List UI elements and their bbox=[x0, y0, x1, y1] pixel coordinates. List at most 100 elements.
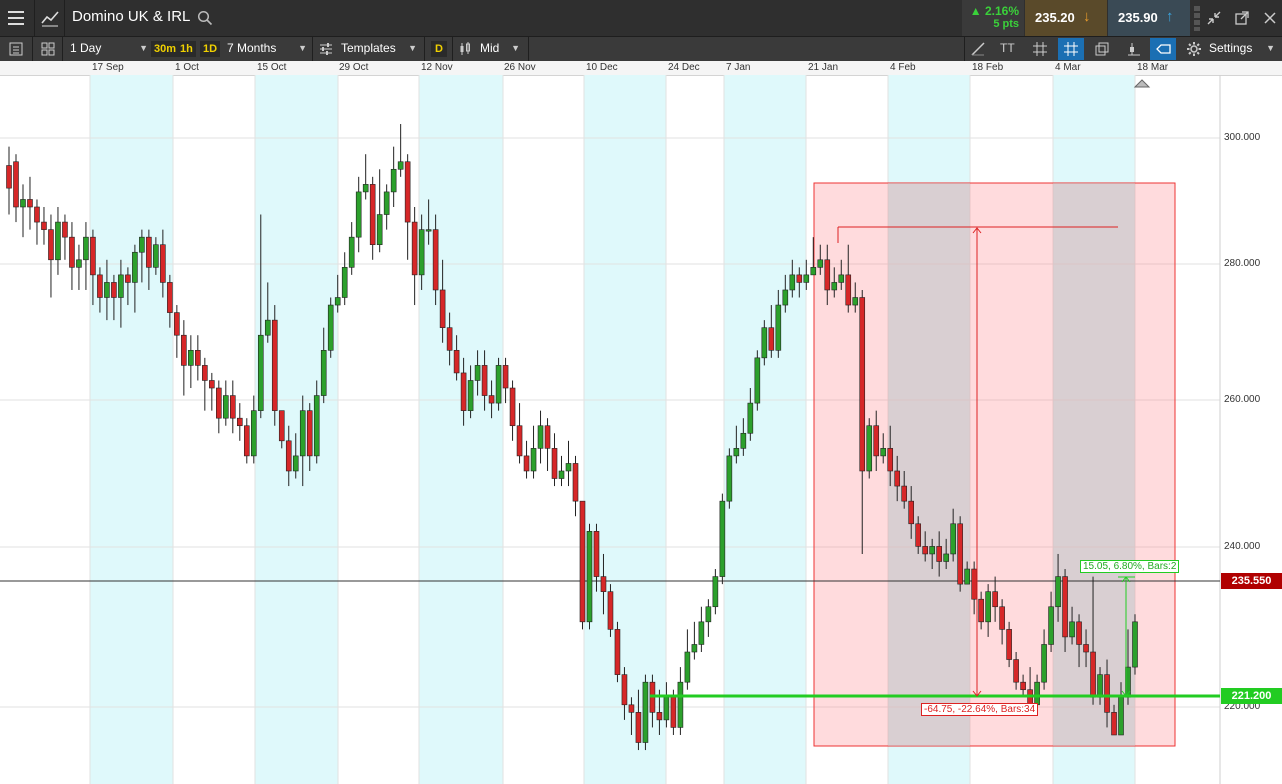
candle bbox=[845, 274, 852, 306]
candle bbox=[223, 395, 229, 419]
candle bbox=[69, 236, 75, 268]
candle bbox=[908, 500, 914, 525]
candle bbox=[76, 259, 82, 268]
candle bbox=[230, 395, 236, 419]
candle bbox=[656, 712, 663, 721]
candle bbox=[698, 621, 705, 645]
candle bbox=[719, 500, 726, 577]
candle bbox=[299, 410, 306, 457]
current-price-tag: 235.550 bbox=[1221, 573, 1282, 589]
candle bbox=[915, 523, 921, 547]
candle bbox=[754, 357, 761, 404]
candle bbox=[992, 591, 998, 608]
candle bbox=[691, 644, 698, 653]
candle bbox=[292, 455, 299, 472]
candle bbox=[1104, 674, 1110, 713]
candle bbox=[313, 395, 320, 457]
candle bbox=[1132, 621, 1138, 668]
candle bbox=[726, 455, 733, 502]
candle bbox=[838, 274, 845, 283]
candle bbox=[999, 606, 1005, 630]
candle bbox=[209, 380, 215, 389]
candle bbox=[250, 410, 257, 457]
candle bbox=[859, 297, 866, 472]
candle bbox=[1083, 644, 1089, 653]
candle bbox=[971, 568, 977, 600]
candle bbox=[439, 289, 446, 328]
candle bbox=[537, 425, 544, 449]
candle bbox=[1111, 712, 1117, 736]
candle bbox=[1076, 621, 1082, 645]
candle bbox=[397, 161, 404, 170]
price-label: 260.000 bbox=[1224, 394, 1261, 405]
candle bbox=[418, 229, 425, 276]
candle bbox=[1090, 651, 1096, 698]
candle bbox=[453, 350, 460, 374]
candle bbox=[817, 259, 824, 268]
candle bbox=[607, 591, 614, 630]
candle bbox=[306, 410, 313, 457]
candle bbox=[257, 334, 264, 411]
candle bbox=[810, 267, 817, 276]
candle bbox=[1069, 621, 1075, 638]
candle bbox=[558, 470, 565, 479]
candle bbox=[705, 606, 712, 623]
candle bbox=[796, 274, 803, 283]
candle bbox=[320, 350, 327, 396]
candle bbox=[635, 712, 642, 743]
candle bbox=[334, 297, 341, 306]
candle bbox=[446, 327, 453, 351]
candle bbox=[663, 696, 670, 721]
candle bbox=[775, 304, 782, 351]
candle bbox=[824, 259, 831, 291]
candle bbox=[97, 274, 103, 298]
candle bbox=[866, 425, 873, 472]
candle bbox=[747, 402, 754, 434]
candle bbox=[188, 350, 194, 366]
candle bbox=[202, 365, 208, 381]
candle bbox=[181, 334, 187, 366]
candle bbox=[733, 448, 740, 457]
candle bbox=[1097, 674, 1103, 698]
candle bbox=[369, 184, 376, 246]
candle bbox=[1055, 576, 1061, 608]
candle bbox=[642, 681, 649, 743]
candle bbox=[278, 410, 285, 442]
candle bbox=[111, 282, 117, 298]
candle bbox=[104, 282, 110, 298]
candle bbox=[83, 236, 89, 261]
candle bbox=[327, 304, 334, 351]
candle bbox=[34, 206, 40, 223]
candle bbox=[285, 440, 292, 472]
candle bbox=[153, 244, 159, 268]
candle bbox=[167, 282, 173, 313]
candle bbox=[922, 546, 928, 555]
candle bbox=[1048, 606, 1054, 645]
candle bbox=[13, 161, 19, 208]
candle bbox=[901, 485, 908, 502]
measure-shade-a bbox=[888, 183, 970, 746]
candle bbox=[174, 312, 180, 336]
candle bbox=[628, 704, 635, 713]
candle bbox=[831, 282, 838, 291]
candle bbox=[761, 327, 768, 359]
candle bbox=[782, 289, 789, 306]
candle bbox=[362, 184, 369, 193]
candle bbox=[62, 221, 68, 238]
candle bbox=[404, 161, 411, 223]
candle bbox=[670, 696, 677, 728]
candle bbox=[894, 470, 901, 487]
price-chart[interactable] bbox=[0, 0, 1282, 784]
candle bbox=[390, 168, 397, 193]
candle bbox=[677, 681, 684, 728]
small-measure-label: 15.05, 6.80%, Bars:2 bbox=[1080, 560, 1180, 573]
candle bbox=[125, 274, 131, 283]
candle bbox=[243, 425, 250, 457]
candle bbox=[146, 236, 152, 268]
candle bbox=[523, 455, 530, 472]
candle bbox=[432, 229, 439, 291]
candle bbox=[1062, 576, 1068, 638]
candle bbox=[614, 629, 621, 675]
time-marker-icon[interactable] bbox=[1133, 79, 1151, 88]
candle bbox=[530, 448, 537, 472]
